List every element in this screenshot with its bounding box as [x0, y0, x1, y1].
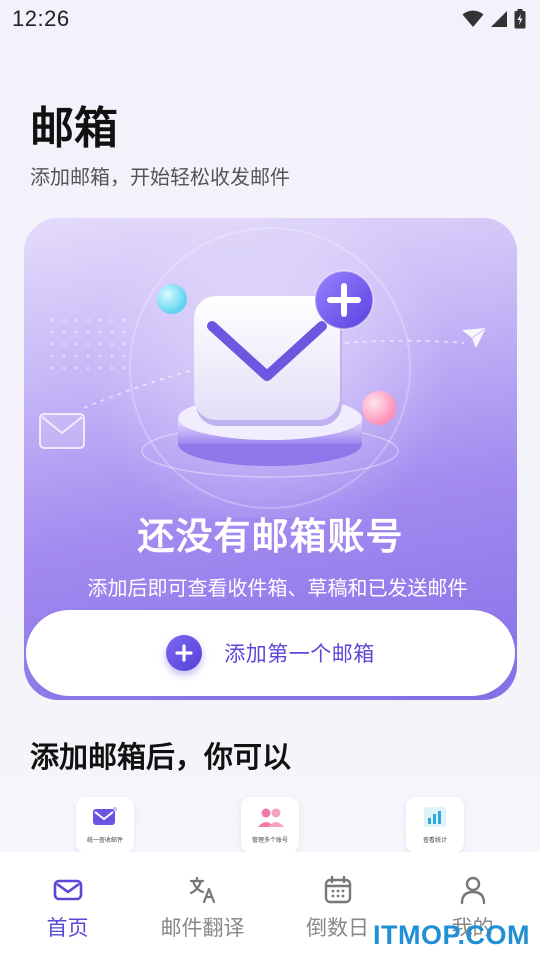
wifi-icon — [462, 10, 484, 27]
feature-label: 管理多个账号 — [251, 837, 288, 844]
paper-plane-icon — [462, 327, 487, 348]
translate-icon — [188, 874, 218, 906]
tab-label: 倒数日 — [306, 916, 369, 940]
feature-label: 查看统计 — [422, 837, 447, 844]
feature-tile-statistics[interactable]: 查看统计 — [406, 797, 464, 853]
status-time: 12:26 — [12, 6, 70, 31]
empty-state-description: 添加后即可查看收件箱、草稿和已发送邮件 — [87, 576, 468, 600]
bar-chart-icon — [424, 807, 446, 827]
page-title: 邮箱 — [30, 103, 118, 154]
plus-circle-icon — [166, 635, 203, 671]
person-icon — [459, 874, 487, 906]
small-envelope-icon — [39, 413, 85, 449]
battery-icon — [514, 9, 526, 29]
mailbox-illustration — [39, 218, 487, 518]
watermark-logo: ITMOP.COM — [372, 920, 530, 950]
plus-badge-icon — [314, 270, 374, 330]
features-title: 添加邮箱后，你可以 — [30, 740, 292, 774]
mail-icon — [53, 874, 83, 906]
feature-tile-multi-account[interactable]: 管理多个账号 — [241, 797, 299, 853]
calendar-icon — [323, 874, 353, 906]
tab-home[interactable]: 首页 — [0, 852, 135, 960]
users-icon — [258, 808, 284, 827]
add-first-mailbox-button[interactable]: 添加第一个邮箱 — [26, 610, 515, 696]
signal-icon — [491, 11, 507, 27]
page-subtitle: 添加邮箱，开始轻松收发邮件 — [30, 165, 290, 189]
add-first-mailbox-label: 添加第一个邮箱 — [224, 642, 375, 666]
envelope-icon — [93, 807, 117, 825]
tab-label: 邮件翻译 — [160, 916, 245, 940]
feature-tile-unified-inbox[interactable]: 统一查收邮件 — [76, 797, 134, 853]
feature-label: 统一查收邮件 — [86, 837, 123, 844]
status-bar: 12:26 — [0, 0, 540, 38]
tab-mail-translate[interactable]: 邮件翻译 — [135, 852, 270, 960]
features-row: 统一查收邮件 管理多个账号 查看统计 — [0, 797, 540, 857]
status-icons — [462, 9, 526, 29]
empty-state-heading: 还没有邮箱账号 — [137, 515, 404, 558]
tab-label: 首页 — [46, 916, 89, 940]
empty-state-card: 还没有邮箱账号 添加后即可查看收件箱、草稿和已发送邮件 添加第一个邮箱 — [24, 218, 517, 700]
